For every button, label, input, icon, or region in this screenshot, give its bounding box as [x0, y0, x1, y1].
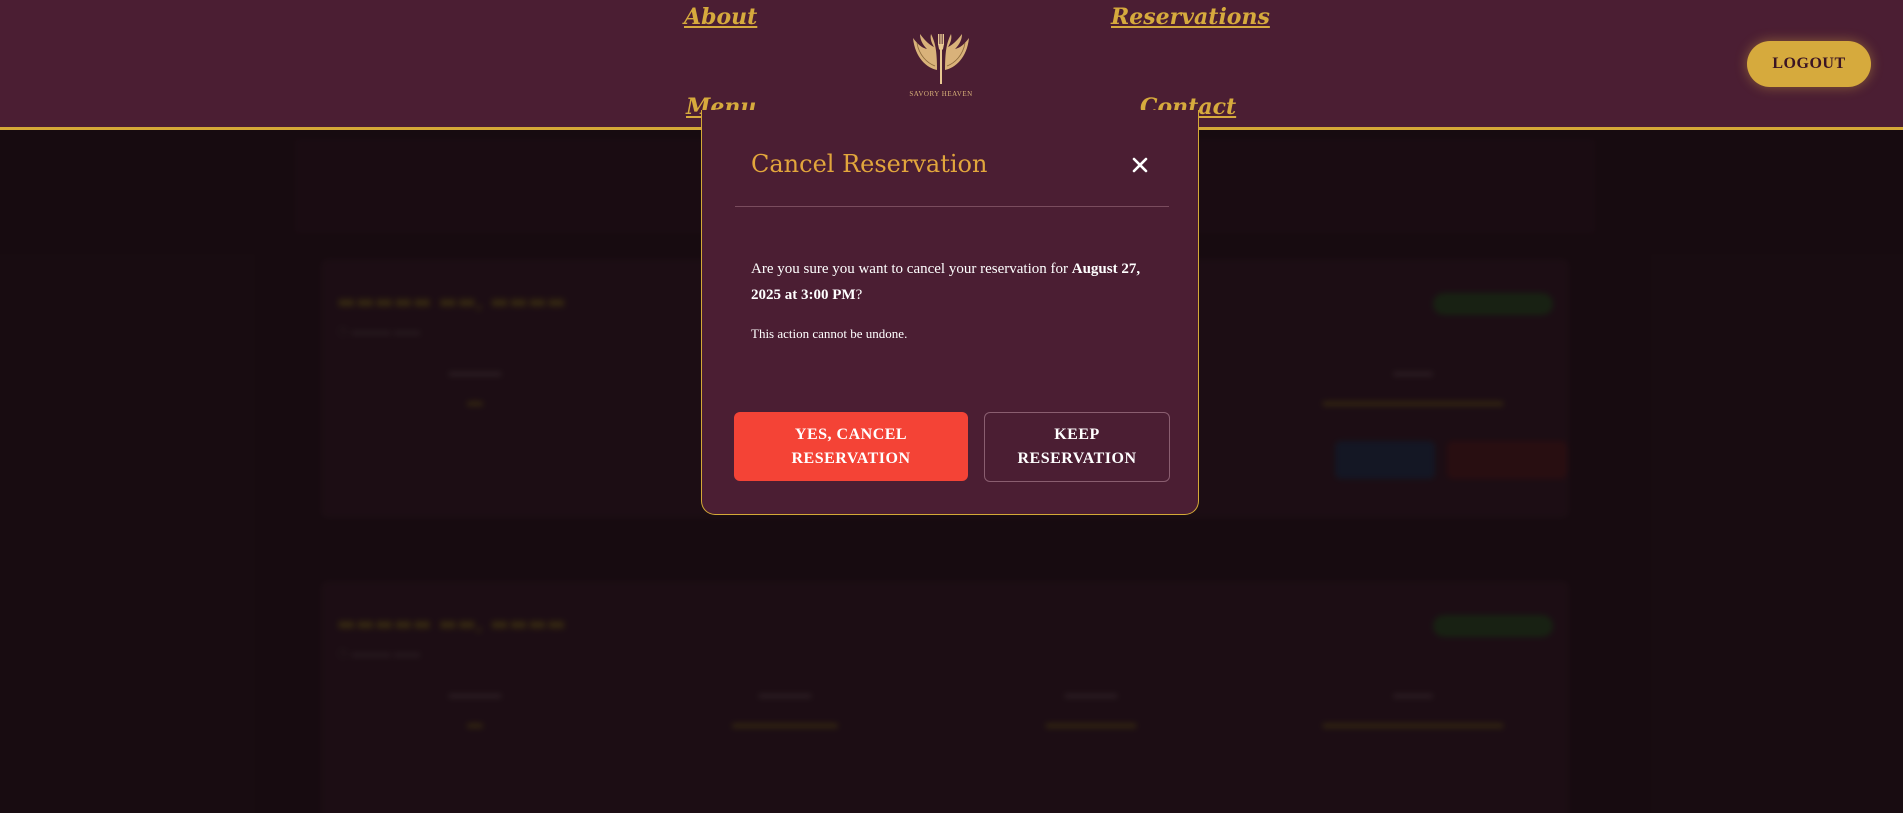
logo-text: SAVORY HEAVEN [909, 90, 973, 98]
warning-note: This action cannot be undone. [751, 326, 908, 341]
confirm-message: Are you sure you want to cancel your res… [751, 256, 1151, 308]
close-button[interactable] [1127, 152, 1153, 178]
modal-title: Cancel Reservation [751, 150, 988, 178]
confirm-cancel-label: YES, CANCEL RESERVATION [791, 425, 911, 467]
cancel-reservation-modal: Cancel Reservation Are you sure you want… [701, 110, 1199, 515]
page: ▬▬▬▬▬ ▬▬, ▬▬▬▬ ◷ ▬▬▬ ▬▬ ▬▬▬▬ ▬ ▬▬▬ ▬▬▬▬▬… [0, 0, 1903, 813]
fork-wings-logo-icon [913, 34, 969, 84]
site-logo[interactable]: SAVORY HEAVEN [905, 30, 977, 100]
nav-link-about[interactable]: About [684, 4, 757, 30]
modal-divider [735, 206, 1169, 207]
close-icon [1132, 157, 1148, 173]
confirm-cancel-button[interactable]: YES, CANCEL RESERVATION [734, 412, 968, 481]
keep-reservation-button[interactable]: KEEP RESERVATION [984, 412, 1170, 482]
confirm-suffix: ? [855, 287, 863, 303]
confirm-prefix: Are you sure you want to cancel your res… [751, 261, 1072, 277]
keep-reservation-label: KEEP RESERVATION [1017, 426, 1137, 467]
nav-link-reservations[interactable]: Reservations [1111, 4, 1270, 30]
logout-button[interactable]: LOGOUT [1747, 41, 1871, 87]
